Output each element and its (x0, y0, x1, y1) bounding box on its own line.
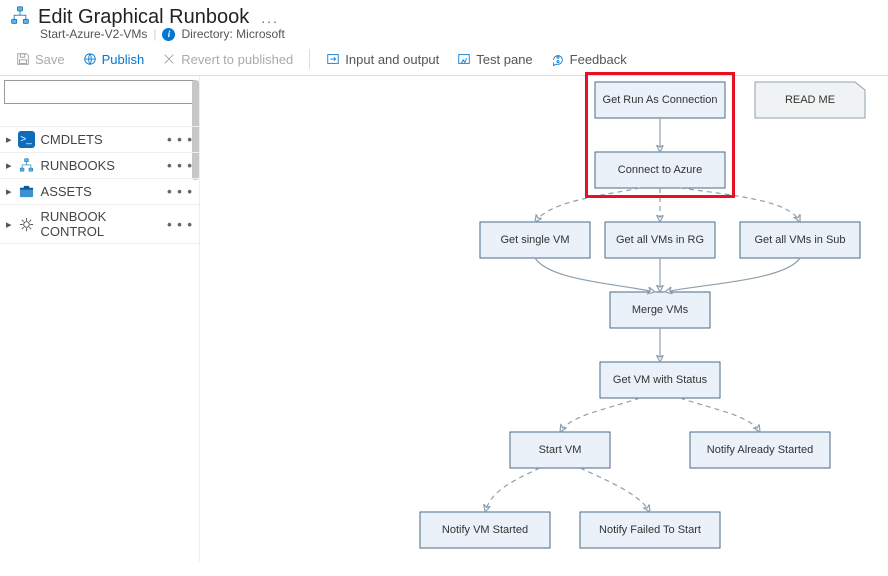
input-output-button[interactable]: Input and output (320, 50, 445, 69)
node-get-all-vms-in-rg[interactable]: Get all VMs in RG (605, 222, 715, 258)
workflow-svg: Get Run As Connection READ ME Connect to… (200, 76, 888, 562)
edge (485, 468, 540, 512)
svg-text:Get single VM: Get single VM (500, 234, 569, 246)
edge (560, 398, 640, 432)
io-icon (326, 52, 340, 66)
test-icon (457, 52, 471, 66)
test-pane-button[interactable]: Test pane (451, 50, 538, 69)
directory-label: Directory: Microsoft (181, 27, 284, 41)
svg-text:Get all VMs in RG: Get all VMs in RG (616, 234, 704, 246)
chevron-right-icon: ▸ (6, 185, 12, 198)
row-more-button[interactable]: • • • (167, 184, 193, 199)
node-get-run-as-connection[interactable]: Get Run As Connection (595, 82, 725, 118)
tree-item-assets[interactable]: ▸ ASSETS • • • (0, 179, 199, 205)
save-label: Save (35, 52, 65, 67)
runbook-name: Start-Azure-V2-VMs (40, 27, 147, 41)
svg-text:Get VM with Status: Get VM with Status (613, 374, 708, 386)
edge (535, 258, 655, 292)
node-connect-to-azure[interactable]: Connect to Azure (595, 152, 725, 188)
save-button[interactable]: Save (10, 50, 71, 69)
svg-text:Notify VM Started: Notify VM Started (442, 524, 528, 536)
row-more-button[interactable]: • • • (167, 132, 193, 147)
svg-text:READ ME: READ ME (785, 94, 835, 106)
revert-label: Revert to published (181, 52, 293, 67)
test-label: Test pane (476, 52, 532, 67)
publish-icon (83, 52, 97, 66)
node-get-all-vms-in-sub[interactable]: Get all VMs in Sub (740, 222, 860, 258)
runbook-icon (10, 6, 30, 29)
save-icon (16, 52, 30, 66)
header-top-row: Edit Graphical Runbook ... (10, 6, 878, 29)
tree-item-runbook-control[interactable]: ▸ RUNBOOK CONTROL • • • (0, 205, 199, 244)
cmdlet-icon: >_ (18, 131, 35, 148)
runbook-icon (18, 157, 35, 174)
edge (680, 398, 760, 432)
header-subtitle: Start-Azure-V2-VMs | i Directory: Micros… (10, 27, 878, 41)
page-header: Edit Graphical Runbook ... Start-Azure-V… (0, 0, 888, 43)
assets-icon (18, 183, 35, 200)
node-get-vm-with-status[interactable]: Get VM with Status (600, 362, 720, 398)
svg-text:Merge VMs: Merge VMs (632, 304, 689, 316)
tree-item-runbooks[interactable]: ▸ RUNBOOKS • • • (0, 153, 199, 179)
main-area: ▸ >_ CMDLETS • • • ▸ RUNBOOKS • • • ▸ AS… (0, 76, 888, 562)
toolbar-separator (309, 49, 310, 69)
search-input[interactable] (4, 80, 194, 104)
edge (535, 188, 640, 222)
node-notify-vm-started[interactable]: Notify VM Started (420, 512, 550, 548)
gear-icon (18, 216, 35, 233)
edge (580, 468, 650, 512)
separator: | (153, 27, 156, 41)
tree-label: RUNBOOK CONTROL (41, 209, 162, 239)
node-get-single-vm[interactable]: Get single VM (480, 222, 590, 258)
revert-button[interactable]: Revert to published (156, 50, 299, 69)
edge (680, 188, 800, 222)
library-tree: ▸ >_ CMDLETS • • • ▸ RUNBOOKS • • • ▸ AS… (0, 126, 199, 244)
tree-item-cmdlets[interactable]: ▸ >_ CMDLETS • • • (0, 126, 199, 153)
feedback-label: Feedback (570, 52, 627, 67)
info-icon[interactable]: i (162, 28, 175, 41)
chevron-right-icon: ▸ (6, 159, 12, 172)
page-title: Edit Graphical Runbook (38, 6, 249, 29)
chevron-right-icon: ▸ (6, 218, 12, 231)
node-read-me[interactable]: READ ME (755, 82, 865, 118)
library-panel: ▸ >_ CMDLETS • • • ▸ RUNBOOKS • • • ▸ AS… (0, 76, 200, 562)
row-more-button[interactable]: • • • (167, 217, 193, 232)
io-label: Input and output (345, 52, 439, 67)
edge (665, 258, 800, 292)
svg-text:Connect to Azure: Connect to Azure (618, 164, 702, 176)
svg-text:Notify Already Started: Notify Already Started (707, 444, 813, 456)
node-notify-already-started[interactable]: Notify Already Started (690, 432, 830, 468)
svg-text:Get Run As Connection: Get Run As Connection (603, 94, 718, 106)
node-merge-vms[interactable]: Merge VMs (610, 292, 710, 328)
tree-label: RUNBOOKS (41, 158, 162, 173)
svg-text:Get all VMs in Sub: Get all VMs in Sub (754, 234, 845, 246)
svg-text:Notify Failed To Start: Notify Failed To Start (599, 524, 701, 536)
revert-icon (162, 52, 176, 66)
publish-button[interactable]: Publish (77, 50, 151, 69)
chevron-right-icon: ▸ (6, 133, 12, 146)
row-more-button[interactable]: • • • (167, 158, 193, 173)
tree-label: ASSETS (41, 184, 162, 199)
workflow-canvas[interactable]: Get Run As Connection READ ME Connect to… (200, 76, 888, 562)
tree-label: CMDLETS (41, 132, 162, 147)
node-notify-failed-to-start[interactable]: Notify Failed To Start (580, 512, 720, 548)
svg-text:Start VM: Start VM (539, 444, 582, 456)
toolbar: Save Publish Revert to published Input a… (0, 43, 888, 76)
feedback-icon (551, 52, 565, 66)
publish-label: Publish (102, 52, 145, 67)
node-start-vm[interactable]: Start VM (510, 432, 610, 468)
feedback-button[interactable]: Feedback (545, 50, 633, 69)
header-more-button[interactable]: ... (261, 10, 279, 26)
